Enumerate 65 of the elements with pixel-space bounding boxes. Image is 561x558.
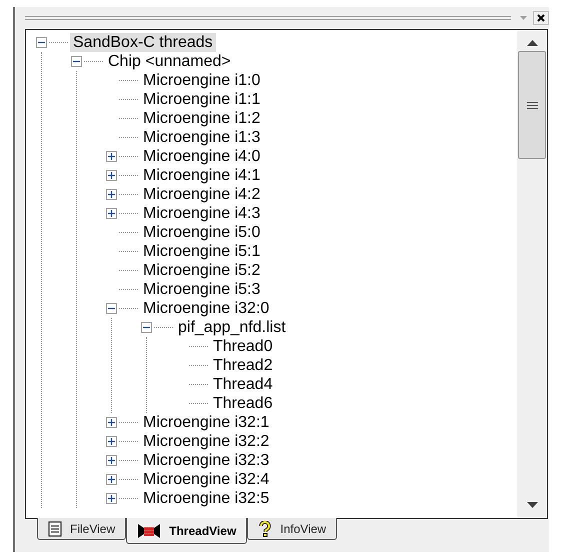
tree-item[interactable]: Microengine i4:1: [140, 166, 264, 185]
plus-icon: [108, 172, 115, 179]
collapse-toggle[interactable]: [36, 37, 47, 48]
tree-item[interactable]: Chip <unnamed>: [105, 52, 234, 71]
minus-icon: [143, 324, 150, 331]
tree-item[interactable]: Microengine i1:3: [140, 128, 264, 147]
tree-item[interactable]: Microengine i1:1: [140, 90, 264, 109]
expand-toggle[interactable]: [106, 455, 117, 466]
tree-item[interactable]: Microengine i4:2: [140, 185, 264, 204]
scroll-down-icon: [526, 502, 538, 508]
tree-item[interactable]: Thread2: [210, 356, 276, 375]
expand-toggle[interactable]: [106, 151, 117, 162]
plus-icon: [108, 495, 115, 502]
tree-item[interactable]: Thread0: [210, 337, 276, 356]
tab[interactable]: FileView: [37, 518, 126, 540]
plus-icon: [108, 153, 115, 160]
tree-item[interactable]: Thread4: [210, 375, 276, 394]
plus-icon: [108, 476, 115, 483]
tree-item[interactable]: Microengine i32:1: [140, 413, 272, 432]
tree-item[interactable]: Microengine i5:2: [140, 261, 264, 280]
grip-icon: [526, 102, 538, 108]
thread-spool-icon: [137, 522, 162, 538]
plus-icon: [108, 457, 115, 464]
tree-item[interactable]: Microengine i5:1: [140, 242, 264, 261]
scroll-up-icon: [526, 40, 538, 46]
tree-item[interactable]: Microengine i1:0: [140, 71, 264, 90]
plus-icon: [108, 191, 115, 198]
minus-icon: [38, 39, 45, 46]
close-button[interactable]: [533, 11, 549, 25]
tree-item[interactable]: Microengine i32:2: [140, 432, 272, 451]
tree-item[interactable]: Microengine i32:0: [140, 299, 272, 318]
vertical-scrollbar[interactable]: [517, 30, 547, 518]
expand-toggle[interactable]: [106, 208, 117, 219]
expand-toggle[interactable]: [106, 436, 117, 447]
collapse-toggle[interactable]: [106, 303, 117, 314]
minus-icon: [73, 58, 80, 65]
tab[interactable]: ThreadView: [126, 518, 248, 544]
tree-item[interactable]: Microengine i4:0: [140, 147, 264, 166]
expand-toggle[interactable]: [106, 189, 117, 200]
tree-item[interactable]: pif_app_nfd.list: [175, 318, 289, 337]
expand-toggle[interactable]: [106, 493, 117, 504]
scrollbar-thumb[interactable]: [518, 51, 546, 159]
plus-icon: [108, 419, 115, 426]
collapse-toggle[interactable]: [141, 322, 152, 333]
expand-toggle[interactable]: [106, 170, 117, 181]
tree-item[interactable]: Microengine i5:3: [140, 280, 264, 299]
minus-icon: [108, 305, 115, 312]
collapse-toggle[interactable]: [71, 56, 82, 67]
plus-icon: [108, 210, 115, 217]
expand-toggle[interactable]: [106, 474, 117, 485]
caret-icon: [520, 16, 526, 20]
tree-item[interactable]: Microengine i4:3: [140, 204, 264, 223]
tree-item[interactable]: Microengine i32:3: [140, 451, 272, 470]
close-icon: [537, 14, 545, 22]
tab[interactable]: InfoView: [247, 518, 338, 540]
tree-item[interactable]: Microengine i1:2: [140, 109, 264, 128]
document-icon: [48, 520, 62, 536]
tree-item[interactable]: Thread6: [210, 394, 276, 413]
expand-toggle[interactable]: [106, 417, 117, 428]
tree-item[interactable]: Microengine i5:0: [140, 223, 264, 242]
question-mark-icon: [258, 520, 272, 536]
tree-item[interactable]: Microengine i32:4: [140, 470, 272, 489]
tree-item[interactable]: Microengine i32:5: [140, 489, 272, 508]
plus-icon: [108, 438, 115, 445]
tree-item[interactable]: SandBox-C threads: [70, 33, 216, 52]
